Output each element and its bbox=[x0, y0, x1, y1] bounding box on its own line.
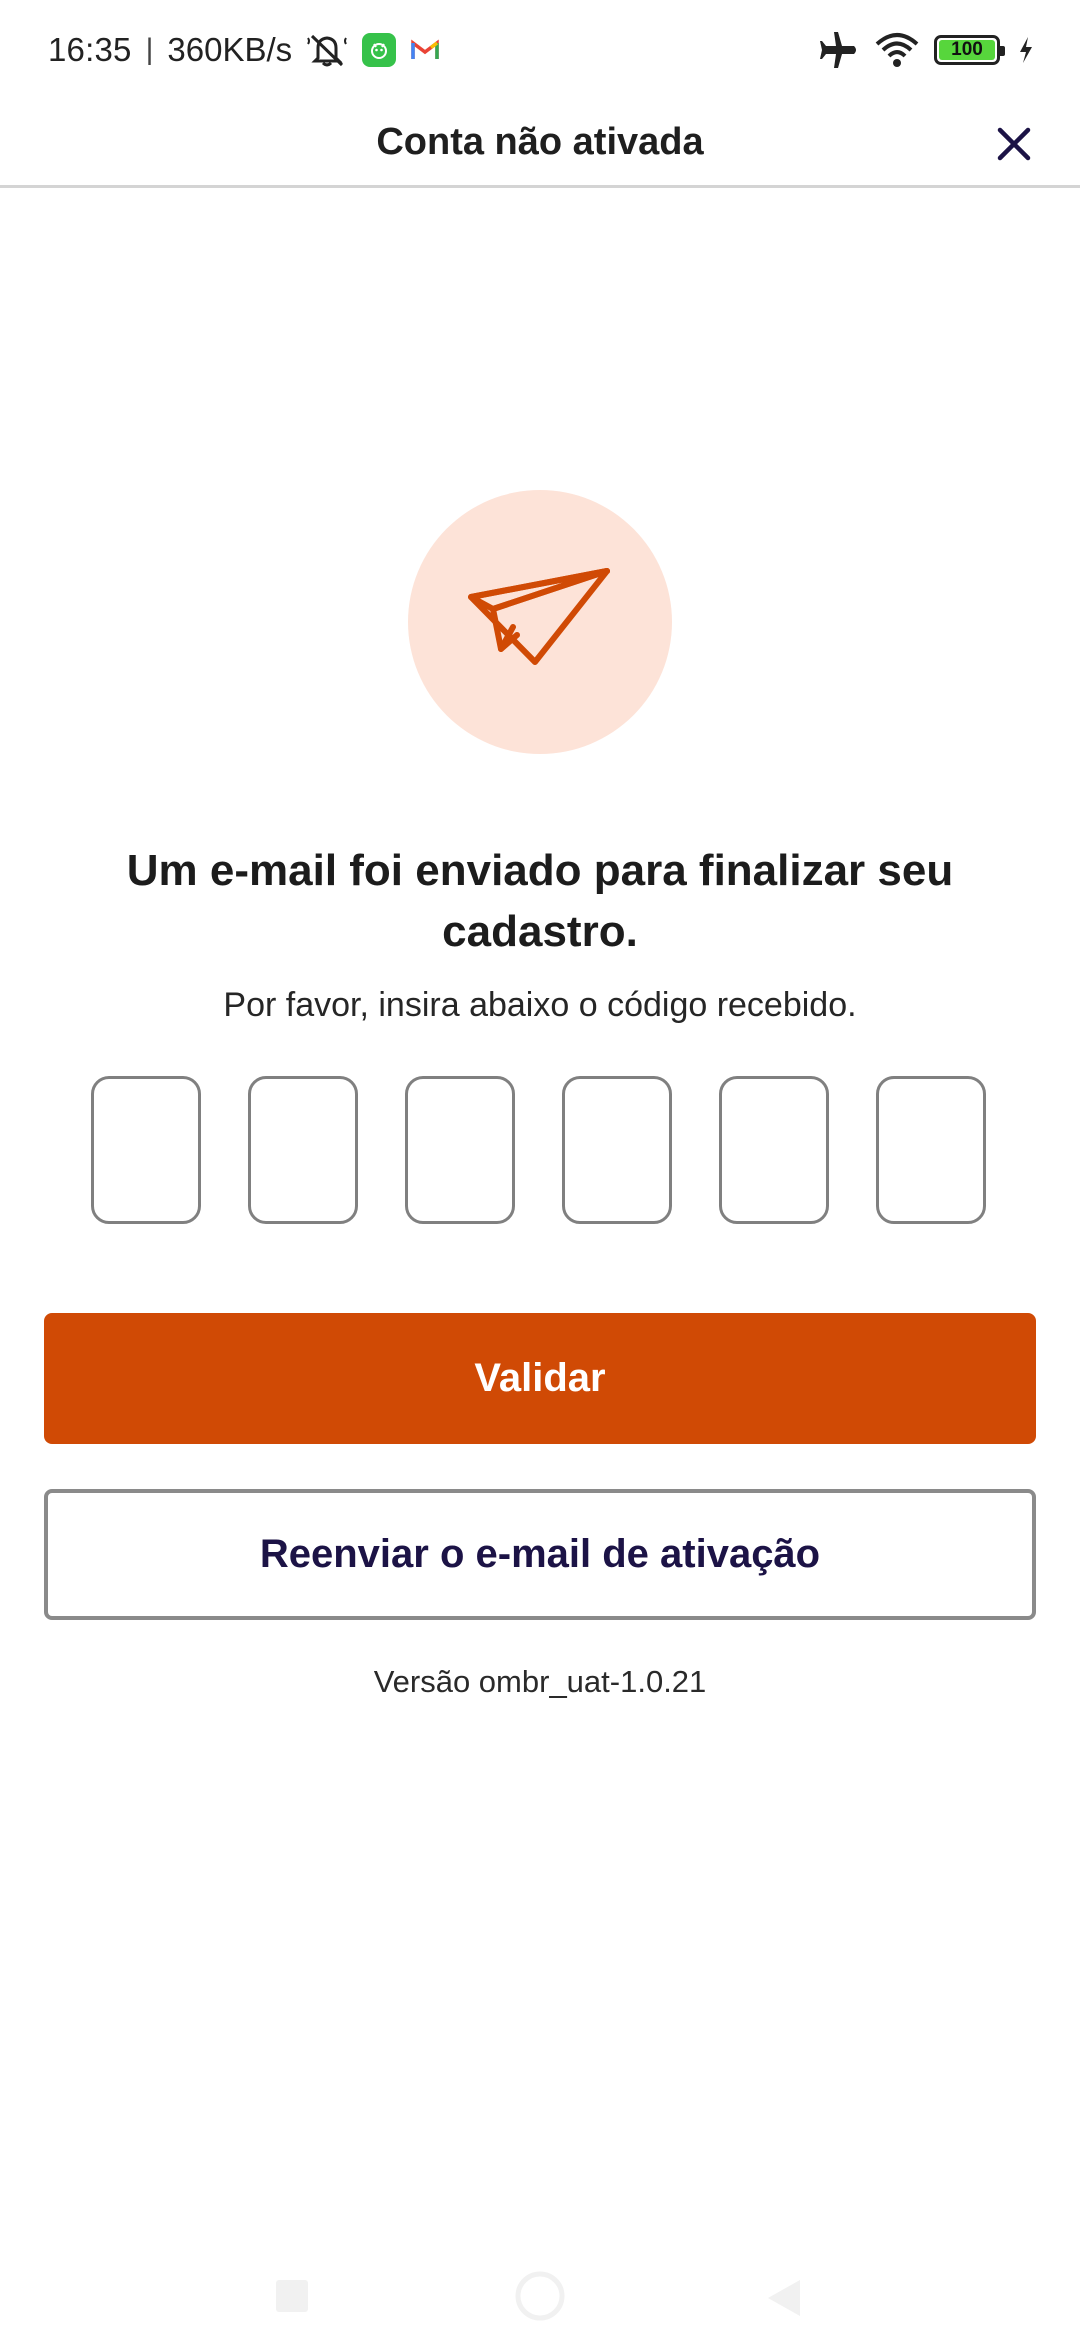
validate-button[interactable]: Validar bbox=[44, 1313, 1036, 1444]
version-text: Versão ombr_uat-1.0.21 bbox=[373, 1664, 707, 1699]
battery-tip bbox=[1000, 46, 1005, 56]
code-digit-4[interactable] bbox=[562, 1076, 672, 1224]
close-icon bbox=[997, 127, 1031, 161]
recent-apps-button[interactable] bbox=[274, 2278, 310, 2314]
home-button[interactable] bbox=[514, 2270, 566, 2322]
mute-icon bbox=[306, 32, 348, 68]
code-digit-3[interactable] bbox=[405, 1076, 515, 1224]
back-icon bbox=[768, 2280, 800, 2316]
code-digit-5[interactable] bbox=[719, 1076, 829, 1224]
gmail-icon bbox=[410, 38, 440, 62]
back-button[interactable] bbox=[766, 2278, 802, 2318]
status-bar: 16:35 | 360KB/s 100 bbox=[0, 0, 1080, 100]
battery-icon: 100 bbox=[934, 35, 1005, 65]
app-notification-icon bbox=[362, 33, 397, 67]
hero-illustration bbox=[408, 490, 672, 754]
charging-icon bbox=[1018, 36, 1034, 64]
status-left: 16:35 | 360KB/s bbox=[48, 31, 440, 69]
page-title: Conta não ativada bbox=[376, 121, 704, 163]
resend-activation-email-button[interactable]: Reenviar o e-mail de ativação bbox=[44, 1489, 1036, 1620]
code-digit-6[interactable] bbox=[876, 1076, 986, 1224]
code-digit-1[interactable] bbox=[91, 1076, 201, 1224]
battery-level: 100 bbox=[939, 39, 995, 60]
airplane-mode-icon bbox=[816, 30, 860, 70]
system-nav-bar bbox=[0, 2240, 1080, 2340]
paper-plane-icon bbox=[468, 568, 610, 665]
verification-code-inputs bbox=[91, 1076, 989, 1224]
status-separator: | bbox=[145, 33, 154, 66]
wifi-icon bbox=[874, 32, 920, 68]
status-time: 16:35 bbox=[48, 31, 132, 68]
screen: 16:35 | 360KB/s 100 Conta não ativada Um… bbox=[0, 0, 1080, 2340]
code-digit-2[interactable] bbox=[248, 1076, 358, 1224]
close-button[interactable] bbox=[988, 118, 1040, 170]
status-right: 100 bbox=[816, 30, 1034, 70]
recent-apps-icon bbox=[276, 2280, 308, 2312]
home-icon bbox=[515, 2271, 565, 2321]
network-speed: 360KB/s bbox=[167, 31, 293, 68]
headline: Um e-mail foi enviado para finalizar seu… bbox=[126, 846, 954, 956]
app-header: Conta não ativada bbox=[0, 100, 1080, 188]
subtitle: Por favor, insira abaixo o código recebi… bbox=[223, 986, 857, 1024]
